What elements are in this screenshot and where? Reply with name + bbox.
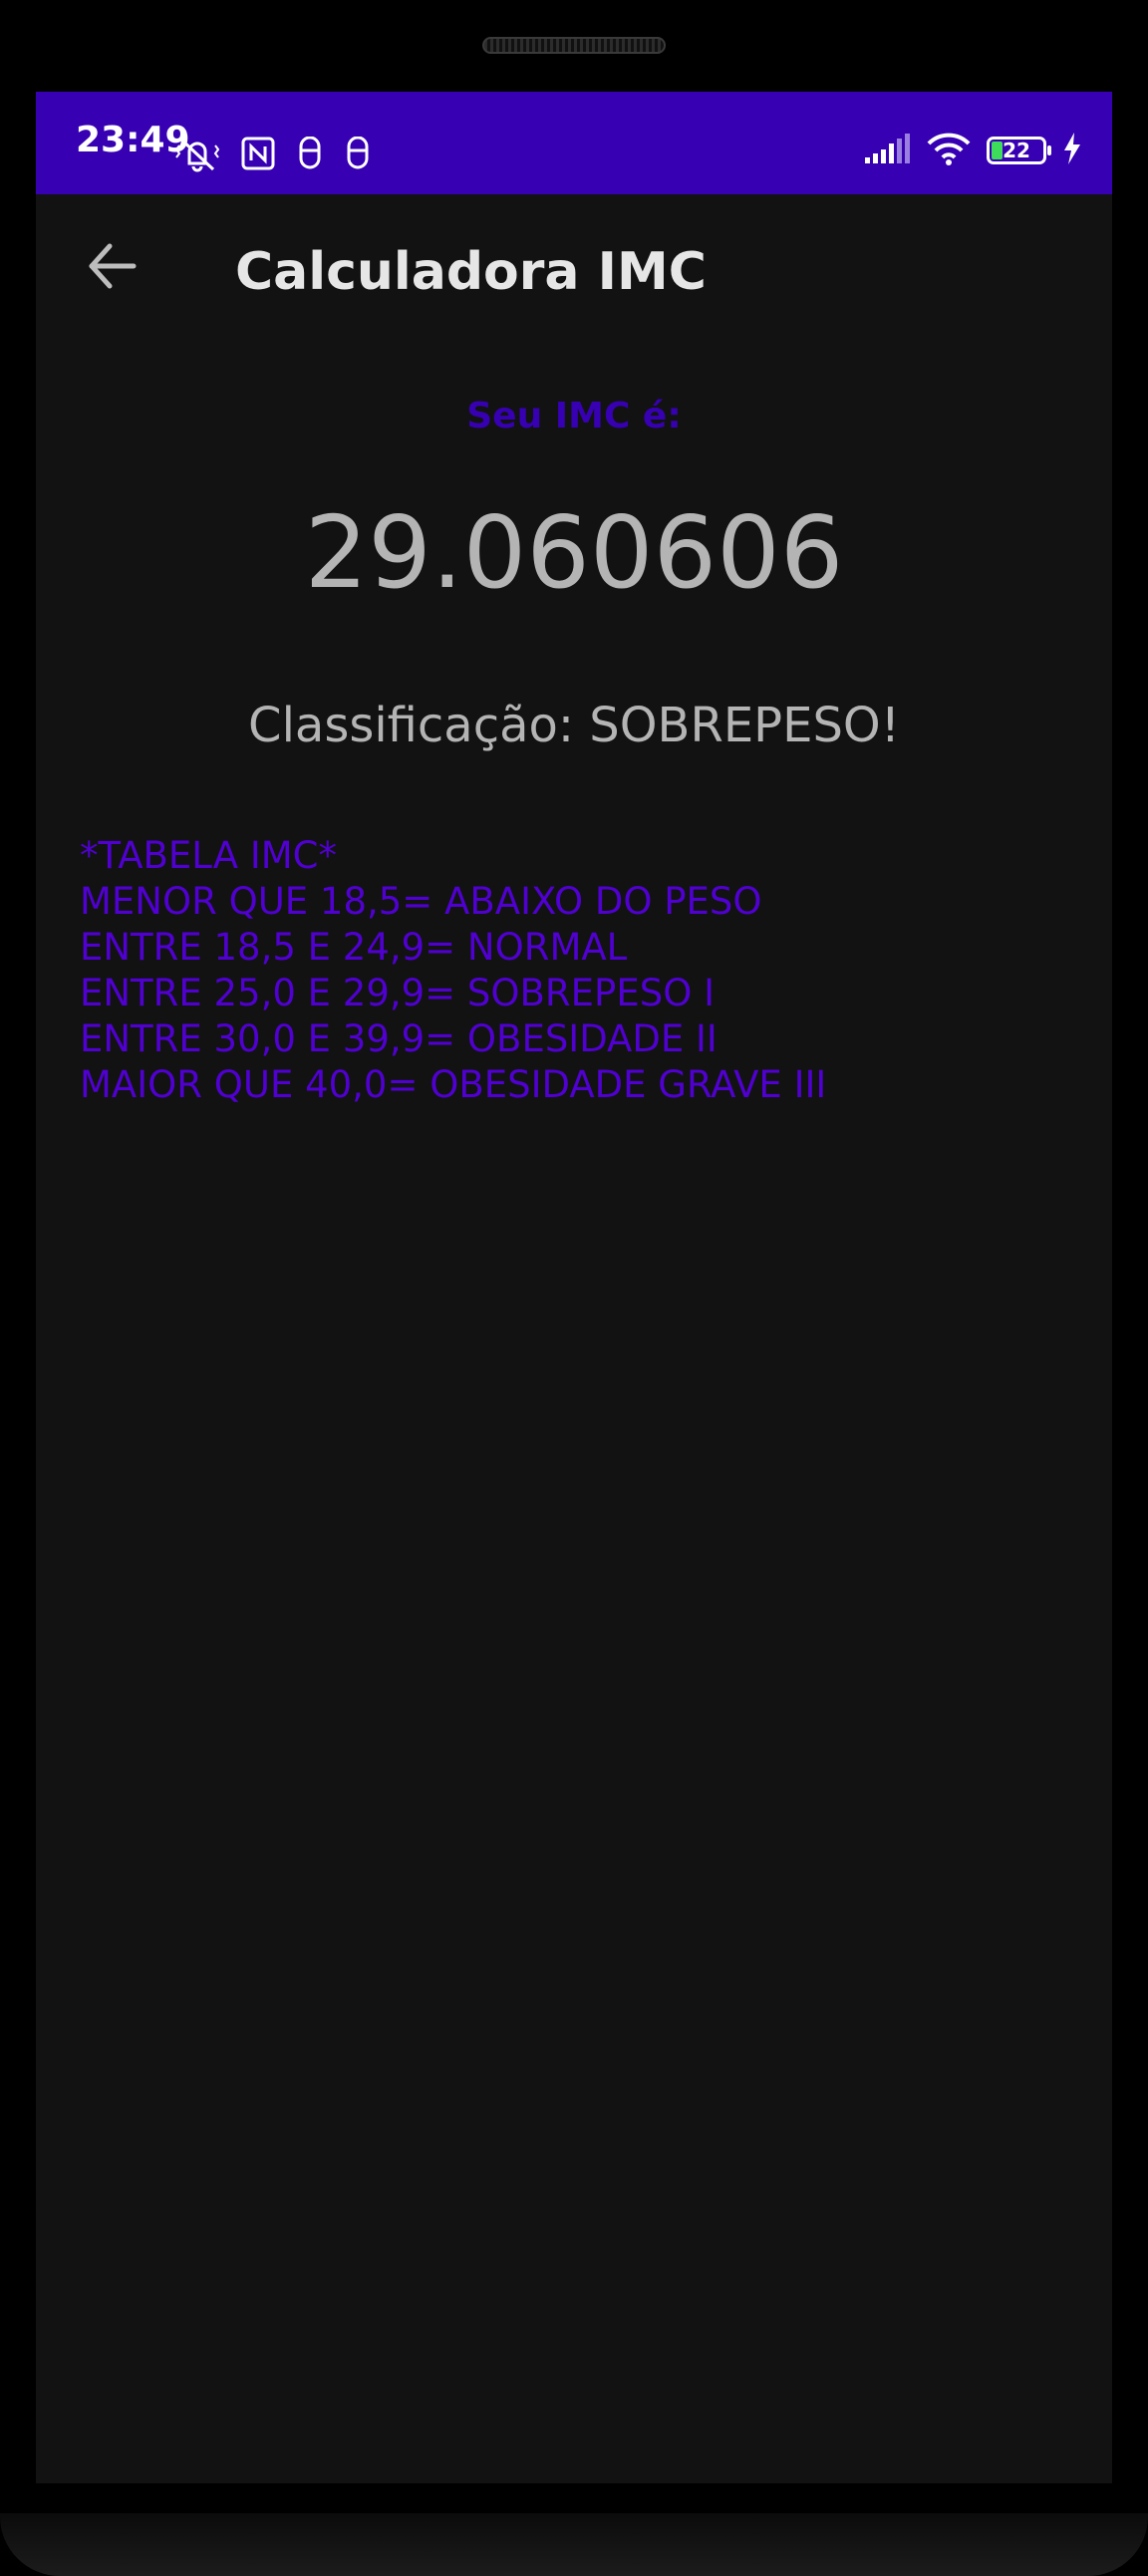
imc-table-row: ENTRE 30,0 E 39,9= OBESIDADE II xyxy=(80,1017,718,1060)
device-frame: 23:49 22 Calculadora IMC Seu IMC é: 29.0… xyxy=(0,0,1148,2576)
nfc-icon xyxy=(241,137,275,174)
notification-icon xyxy=(297,136,323,174)
battery-icon: 22 xyxy=(987,137,1051,164)
status-icons-left xyxy=(174,134,371,177)
result-label: Seu IMC é: xyxy=(466,396,682,436)
battery-level: 22 xyxy=(1003,139,1030,162)
imc-table-row: ENTRE 18,5 E 24,9= NORMAL xyxy=(80,926,628,969)
status-icons-right: 22 xyxy=(865,132,1082,169)
arrow-back-icon xyxy=(86,240,138,296)
imc-table: *TABELA IMC* MENOR QUE 18,5= ABAIXO DO P… xyxy=(80,833,826,1108)
imc-table-header: *TABELA IMC* xyxy=(80,834,338,877)
charging-icon xyxy=(1062,133,1082,168)
imc-table-row: MAIOR QUE 40,0= OBESIDADE GRAVE III xyxy=(80,1063,827,1106)
device-bottom-bezel xyxy=(0,2513,1148,2576)
status-time: 23:49 xyxy=(76,120,190,160)
battery-fill xyxy=(992,142,1003,159)
signal-icon xyxy=(865,134,911,167)
earpiece-speaker xyxy=(482,37,666,54)
vibrate-off-icon xyxy=(174,134,220,177)
back-button[interactable] xyxy=(76,232,147,304)
app-bar: Calculadora IMC xyxy=(36,194,1112,354)
classification-text: Classificação: SOBREPESO! xyxy=(248,698,900,753)
imc-table-row: ENTRE 25,0 E 29,9= SOBREPESO I xyxy=(80,972,715,1014)
notification-icon xyxy=(345,136,371,174)
imc-value: 29.060606 xyxy=(304,494,844,611)
status-bar: 23:49 22 xyxy=(36,92,1112,194)
screen: 23:49 22 Calculadora IMC Seu IMC é: 29.0… xyxy=(36,92,1112,2483)
app-title: Calculadora IMC xyxy=(235,242,707,302)
imc-table-row: MENOR QUE 18,5= ABAIXO DO PESO xyxy=(80,880,762,923)
wifi-icon xyxy=(927,132,971,169)
